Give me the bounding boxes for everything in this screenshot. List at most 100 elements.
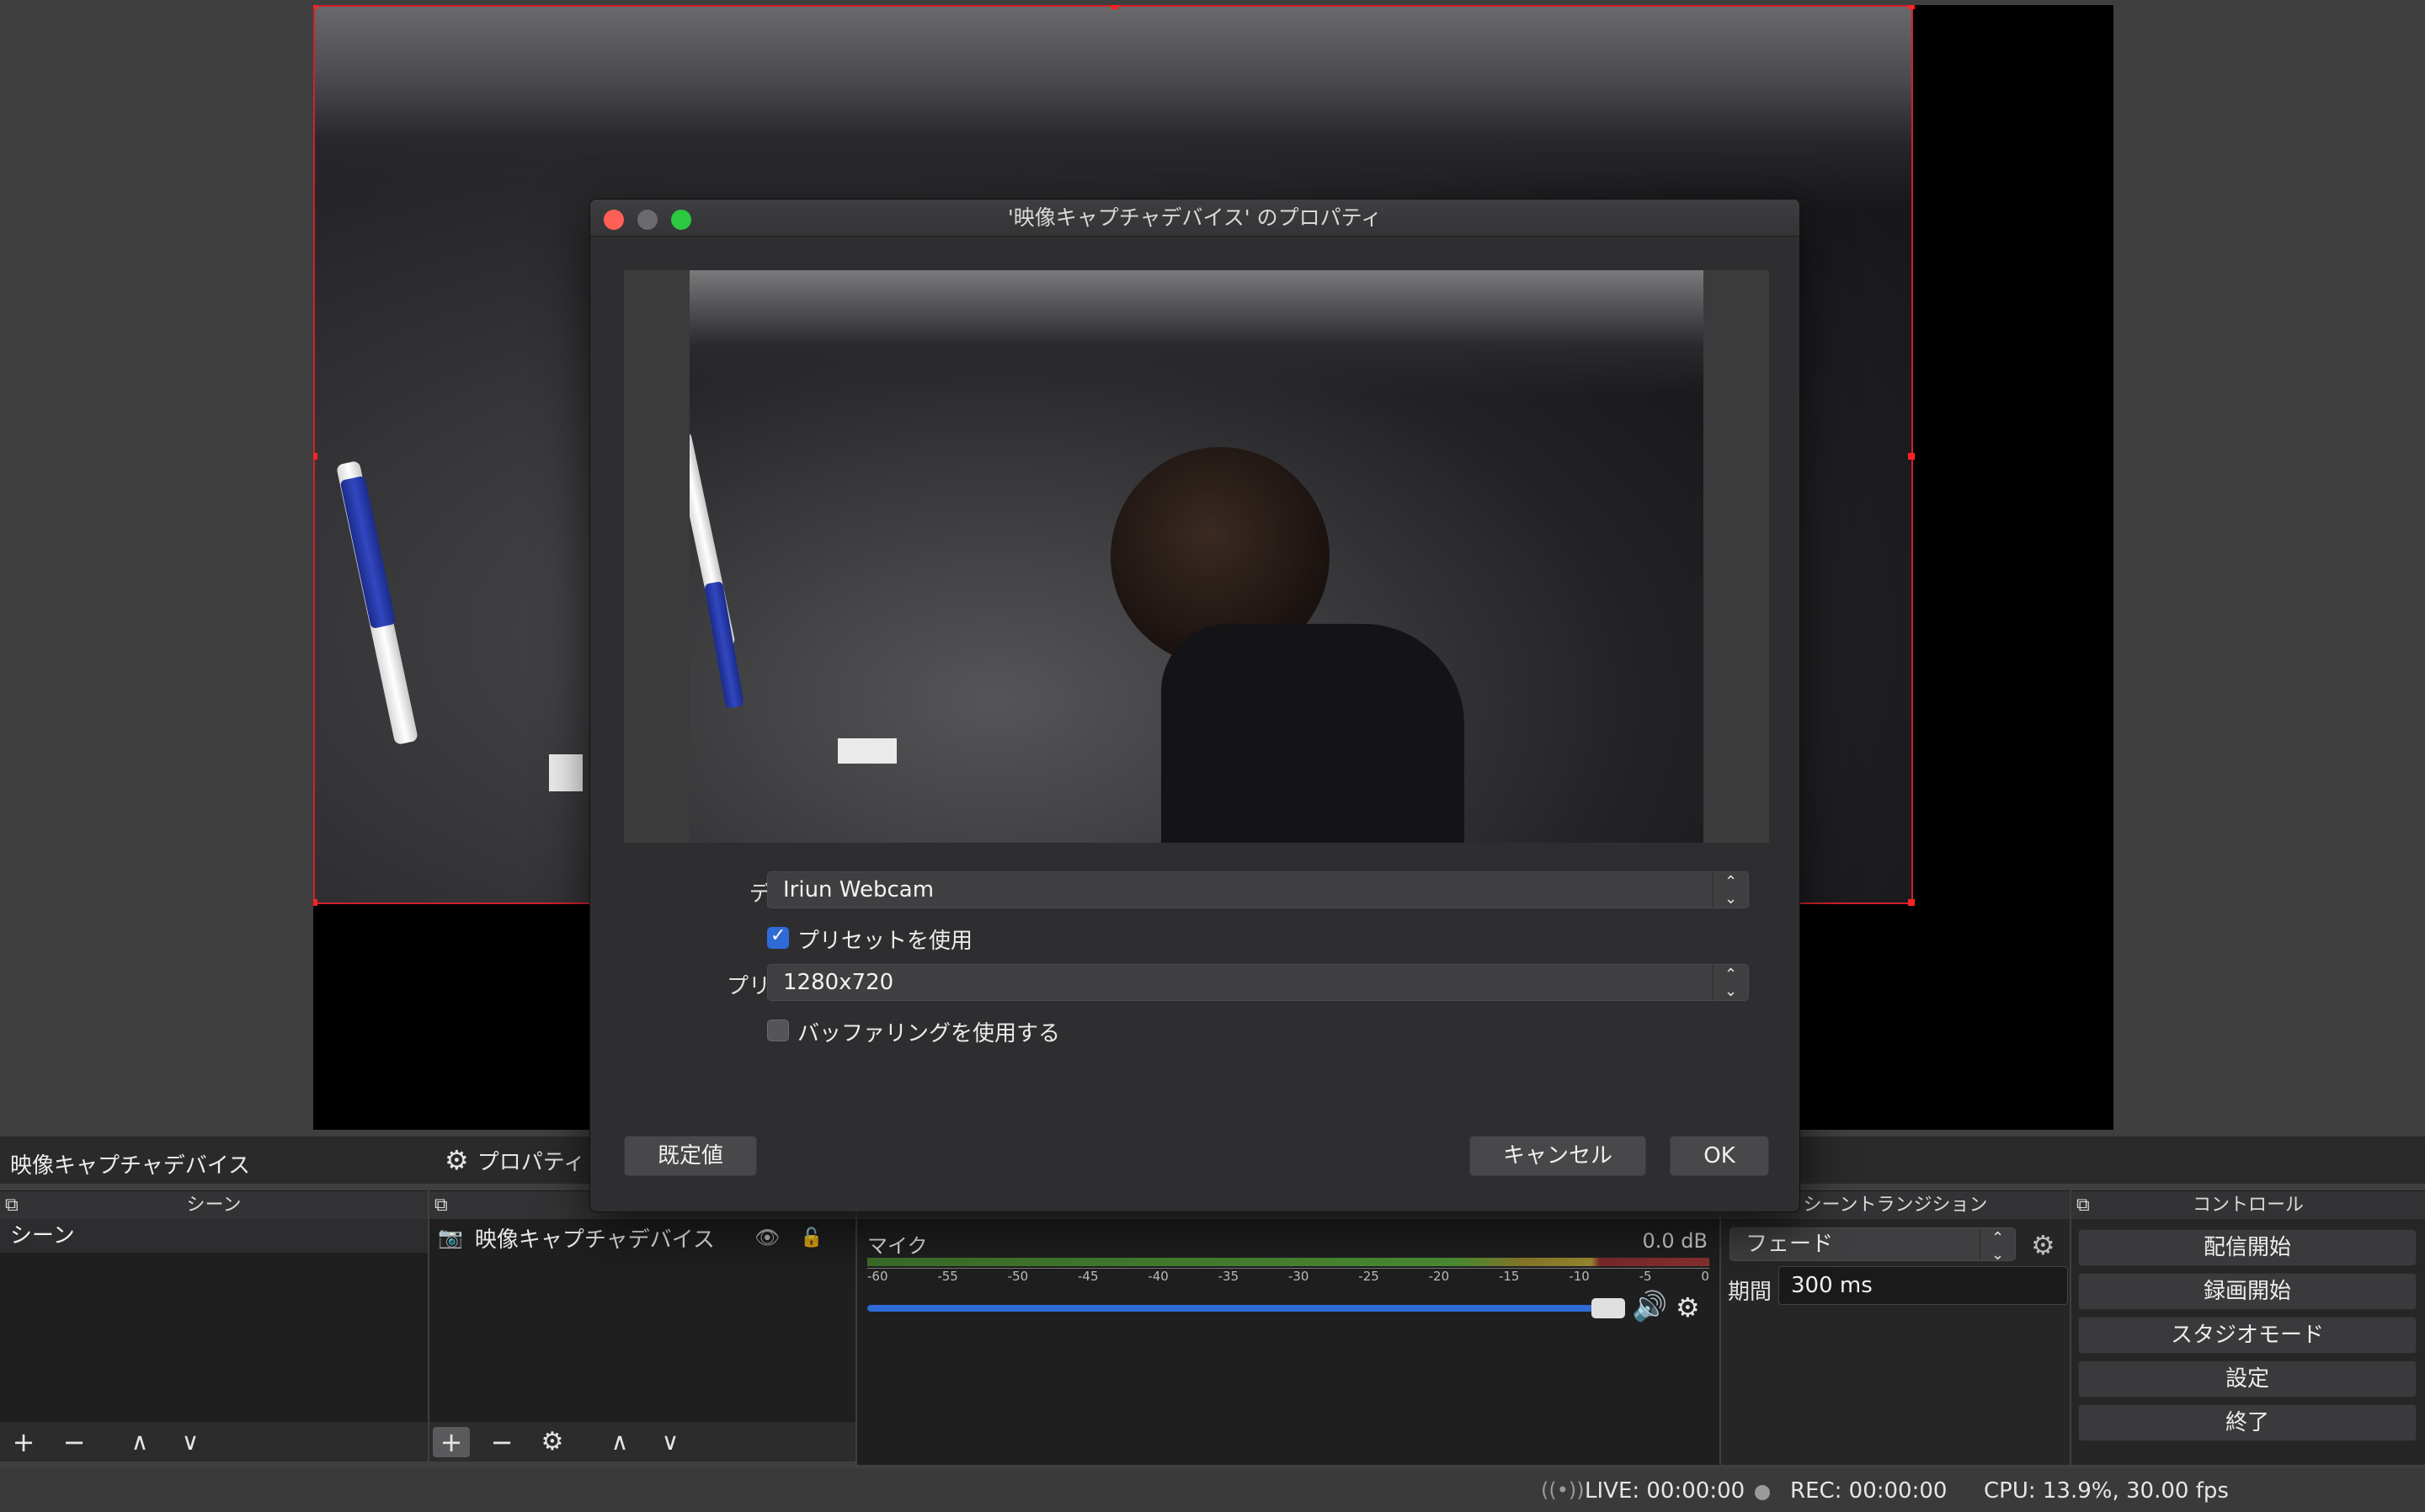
zoom-window-button[interactable] — [671, 210, 691, 230]
tick-label: 0 — [1701, 1269, 1709, 1284]
use-preset-label: プリセットを使用 — [797, 929, 973, 954]
tick-label: -25 — [1358, 1269, 1379, 1284]
audio-mixer: マイク 0.0 dB -60 -55 -50 -45 -40 -35 -30 -… — [857, 1219, 1719, 1465]
camera-icon: 📷 — [438, 1226, 463, 1249]
dialog-title: '映像キャプチャデバイス' のプロパティ — [1007, 205, 1383, 230]
broadcast-icon: ((•)) — [1541, 1478, 1585, 1502]
status-bar: ((•)) LIVE: 00:00:00 REC: 00:00:00 CPU: … — [0, 1468, 2425, 1512]
device-select[interactable]: Iriun Webcam ⌃ ⌄ — [767, 871, 1749, 908]
scenes-header-label: シーン — [186, 1195, 242, 1216]
controls-header-label: コントロール — [2192, 1195, 2304, 1216]
buffering-label: バッファリングを使用する — [797, 1021, 1061, 1046]
resize-handle[interactable] — [1908, 453, 1915, 460]
duration-input[interactable]: 300 ms — [1778, 1266, 2068, 1305]
webcam-preview-image — [690, 270, 1703, 843]
duration-label: 期間 — [1728, 1280, 1772, 1305]
source-label: 映像キャプチャデバイス — [474, 1227, 715, 1253]
list-item[interactable]: シーン — [0, 1219, 428, 1253]
exit-button[interactable]: 終了 — [2078, 1404, 2417, 1441]
mixer-level: 0.0 dB — [1642, 1229, 1708, 1253]
tick-label: -45 — [1077, 1269, 1099, 1284]
studio-mode-button[interactable]: スタジオモード — [2078, 1317, 2417, 1354]
remove-source-button[interactable]: − — [483, 1427, 520, 1457]
tick-label: -5 — [1639, 1269, 1652, 1284]
chevron-updown-icon: ⌃ ⌄ — [1713, 872, 1748, 908]
scenes-list: シーン — [0, 1219, 428, 1421]
dock-icon[interactable]: ⧉ — [2076, 1191, 2090, 1220]
tick-label: -60 — [867, 1269, 888, 1284]
person-body-shape — [1161, 624, 1464, 843]
buffering-checkbox[interactable] — [767, 1020, 789, 1041]
eye-icon[interactable]: 👁 — [754, 1226, 780, 1249]
move-up-button[interactable]: ∧ — [601, 1427, 638, 1457]
move-down-button[interactable]: ∨ — [652, 1427, 689, 1457]
ok-button[interactable]: OK — [1670, 1136, 1769, 1176]
checkmark-icon: ✓ — [770, 925, 786, 946]
start-recording-button[interactable]: 録画開始 — [2078, 1273, 2417, 1310]
mixer-track-name: マイク — [867, 1234, 928, 1258]
remove-scene-button[interactable]: − — [56, 1427, 93, 1457]
meter-scale: -60 -55 -50 -45 -40 -35 -30 -25 -20 -15 … — [867, 1268, 1709, 1290]
move-down-button[interactable]: ∨ — [172, 1427, 209, 1457]
add-scene-button[interactable]: + — [5, 1427, 42, 1457]
resize-handle[interactable] — [1908, 5, 1915, 9]
transitions-header-label: シーントランジション — [1803, 1195, 1988, 1216]
minimize-window-button[interactable] — [637, 210, 658, 230]
volume-slider-handle[interactable] — [1591, 1298, 1625, 1318]
list-item[interactable]: 📷 映像キャプチャデバイス 👁 🔓 — [429, 1219, 855, 1256]
white-object-shape — [838, 738, 897, 764]
resize-handle[interactable] — [313, 899, 317, 906]
gear-icon: ⚙ — [445, 1144, 469, 1176]
resize-handle[interactable] — [313, 453, 317, 460]
tick-label: -40 — [1148, 1269, 1169, 1284]
tick-label: -50 — [1007, 1269, 1029, 1284]
lock-icon[interactable]: 🔓 — [800, 1227, 823, 1248]
source-properties-button[interactable]: ⚙ — [534, 1427, 571, 1457]
dock-icon[interactable]: ⧉ — [434, 1191, 448, 1220]
chevron-updown-icon: ⌃ ⌄ — [1980, 1228, 2015, 1264]
sources-toolbar: + − ⚙ ∧ ∨ — [429, 1421, 855, 1461]
dialog-preview-area — [624, 270, 1769, 843]
preset-select[interactable]: 1280x720 ⌃ ⌄ — [767, 964, 1749, 1001]
properties-button[interactable]: ⚙ プロパティ — [445, 1143, 585, 1177]
tick-label: -10 — [1569, 1269, 1590, 1284]
dock-icon[interactable]: ⧉ — [5, 1191, 19, 1220]
sources-list: 📷 映像キャプチャデバイス 👁 🔓 — [429, 1219, 855, 1421]
defaults-button[interactable]: 既定値 — [624, 1136, 757, 1176]
properties-label: プロパティ — [477, 1149, 586, 1175]
move-up-button[interactable]: ∧ — [121, 1427, 158, 1457]
transition-select[interactable]: フェード ⌃ ⌄ — [1729, 1227, 2016, 1264]
volume-meter — [867, 1258, 1709, 1266]
dialog-titlebar[interactable]: '映像キャプチャデバイス' のプロパティ — [590, 200, 1799, 237]
add-source-button[interactable]: + — [433, 1427, 470, 1457]
close-window-button[interactable] — [604, 210, 624, 230]
transition-value: フェード — [1745, 1232, 1834, 1257]
start-streaming-button[interactable]: 配信開始 — [2078, 1229, 2417, 1266]
cancel-button[interactable]: キャンセル — [1469, 1136, 1646, 1176]
selected-source-name: 映像キャプチャデバイス — [10, 1153, 250, 1179]
settings-button[interactable]: 設定 — [2078, 1360, 2417, 1398]
use-preset-checkbox[interactable]: ✓ — [767, 925, 789, 949]
scenes-panel-header: ⧉ シーン — [0, 1190, 428, 1219]
pen-cap-shape — [704, 581, 744, 709]
duration-value: 300 ms — [1791, 1273, 1873, 1298]
tick-label: -35 — [1218, 1269, 1239, 1284]
live-status: LIVE: 00:00:00 — [1585, 1478, 1745, 1504]
preset-value: 1280x720 — [783, 970, 894, 995]
record-dot-icon — [1755, 1485, 1770, 1500]
properties-dialog: '映像キャプチャデバイス' のプロパティ デバイス Iriun Webcam ⌃… — [589, 199, 1800, 1212]
transitions-panel: フェード ⌃ ⌄ ⚙ 期間 300 ms — [1721, 1219, 2070, 1465]
chevron-updown-icon: ⌃ ⌄ — [1713, 965, 1748, 1000]
tick-label: -55 — [937, 1269, 958, 1284]
gear-icon[interactable]: ⚙ — [1676, 1291, 1700, 1323]
speaker-icon[interactable]: 🔊 — [1632, 1290, 1667, 1323]
controls-panel-header: ⧉ コントロール — [2071, 1190, 2425, 1219]
resize-handle[interactable] — [313, 5, 317, 9]
resize-handle[interactable] — [1111, 5, 1118, 9]
rec-status: REC: 00:00:00 — [1790, 1478, 1948, 1504]
volume-slider[interactable] — [867, 1305, 1625, 1312]
resize-handle[interactable] — [1908, 899, 1915, 906]
cpu-status: CPU: 13.9%, 30.00 fps — [1984, 1478, 2229, 1504]
gear-icon[interactable]: ⚙ — [2031, 1229, 2055, 1261]
tick-label: -20 — [1428, 1269, 1450, 1284]
